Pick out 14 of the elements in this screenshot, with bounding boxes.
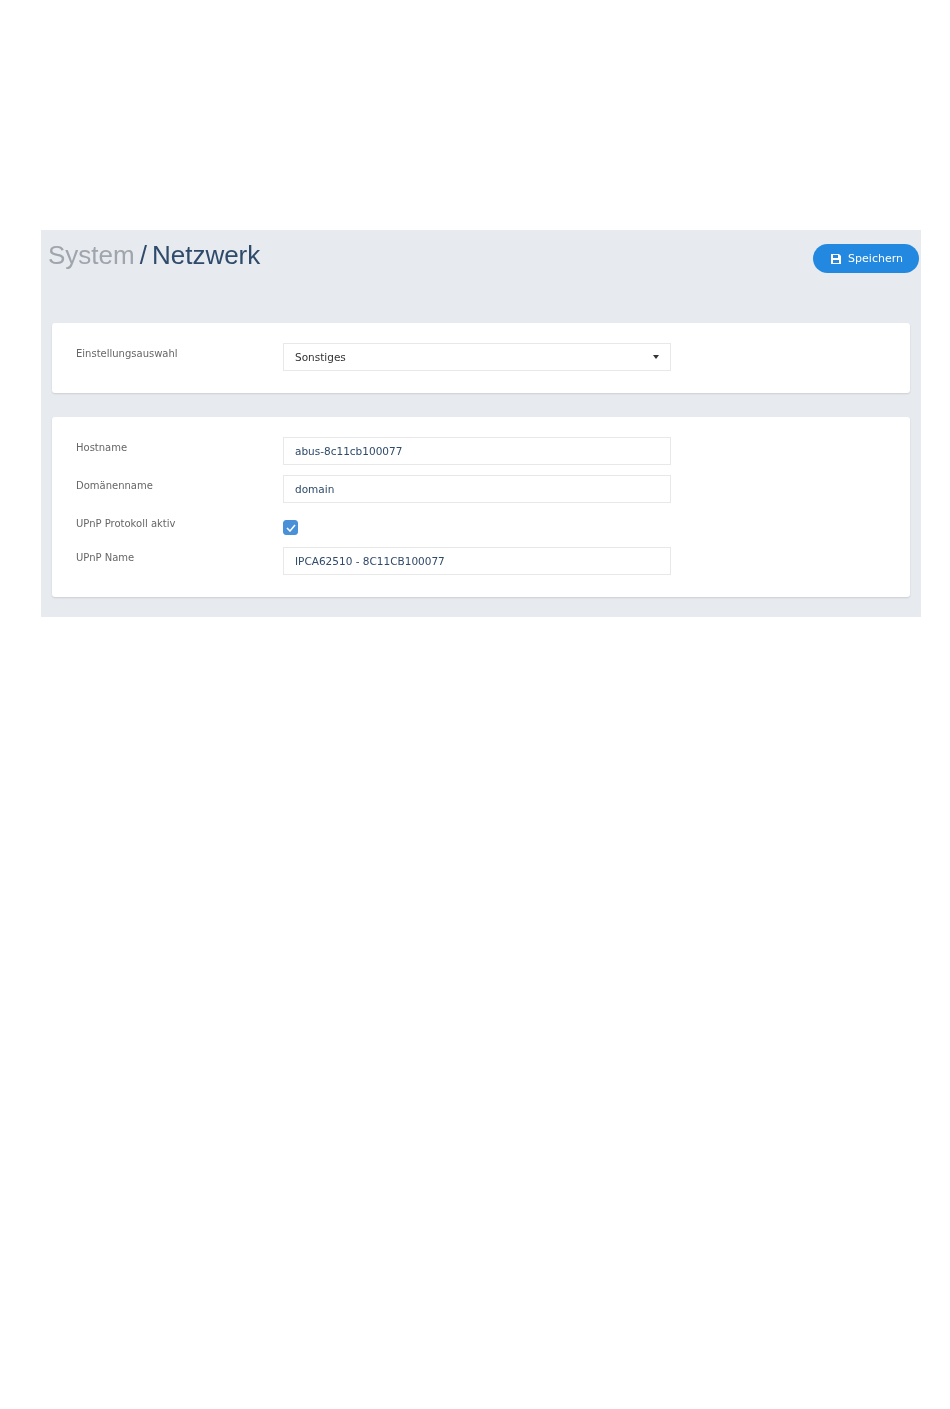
select-dropdown[interactable]: Sonstiges <box>283 343 671 371</box>
field-label: UPnP Protokoll aktiv <box>76 517 177 529</box>
input-field[interactable]: domain <box>283 475 671 503</box>
field-label: Einstellungsauswahl <box>76 347 179 359</box>
page-title: Netzwerk <box>151 240 261 271</box>
field-label: Domänenname <box>76 479 154 491</box>
field-label: UPnP Name <box>76 551 136 563</box>
checkbox[interactable] <box>283 520 298 535</box>
caret-icon <box>653 355 659 359</box>
input-field[interactable]: IPCA62510 - 8C11CB100077 <box>283 547 671 575</box>
input-field[interactable]: abus-8c11cb100077 <box>283 437 671 465</box>
breadcrumb-separator: / <box>139 240 147 271</box>
field-label: Hostname <box>76 441 129 453</box>
save-button[interactable]: Speichern <box>813 244 919 273</box>
